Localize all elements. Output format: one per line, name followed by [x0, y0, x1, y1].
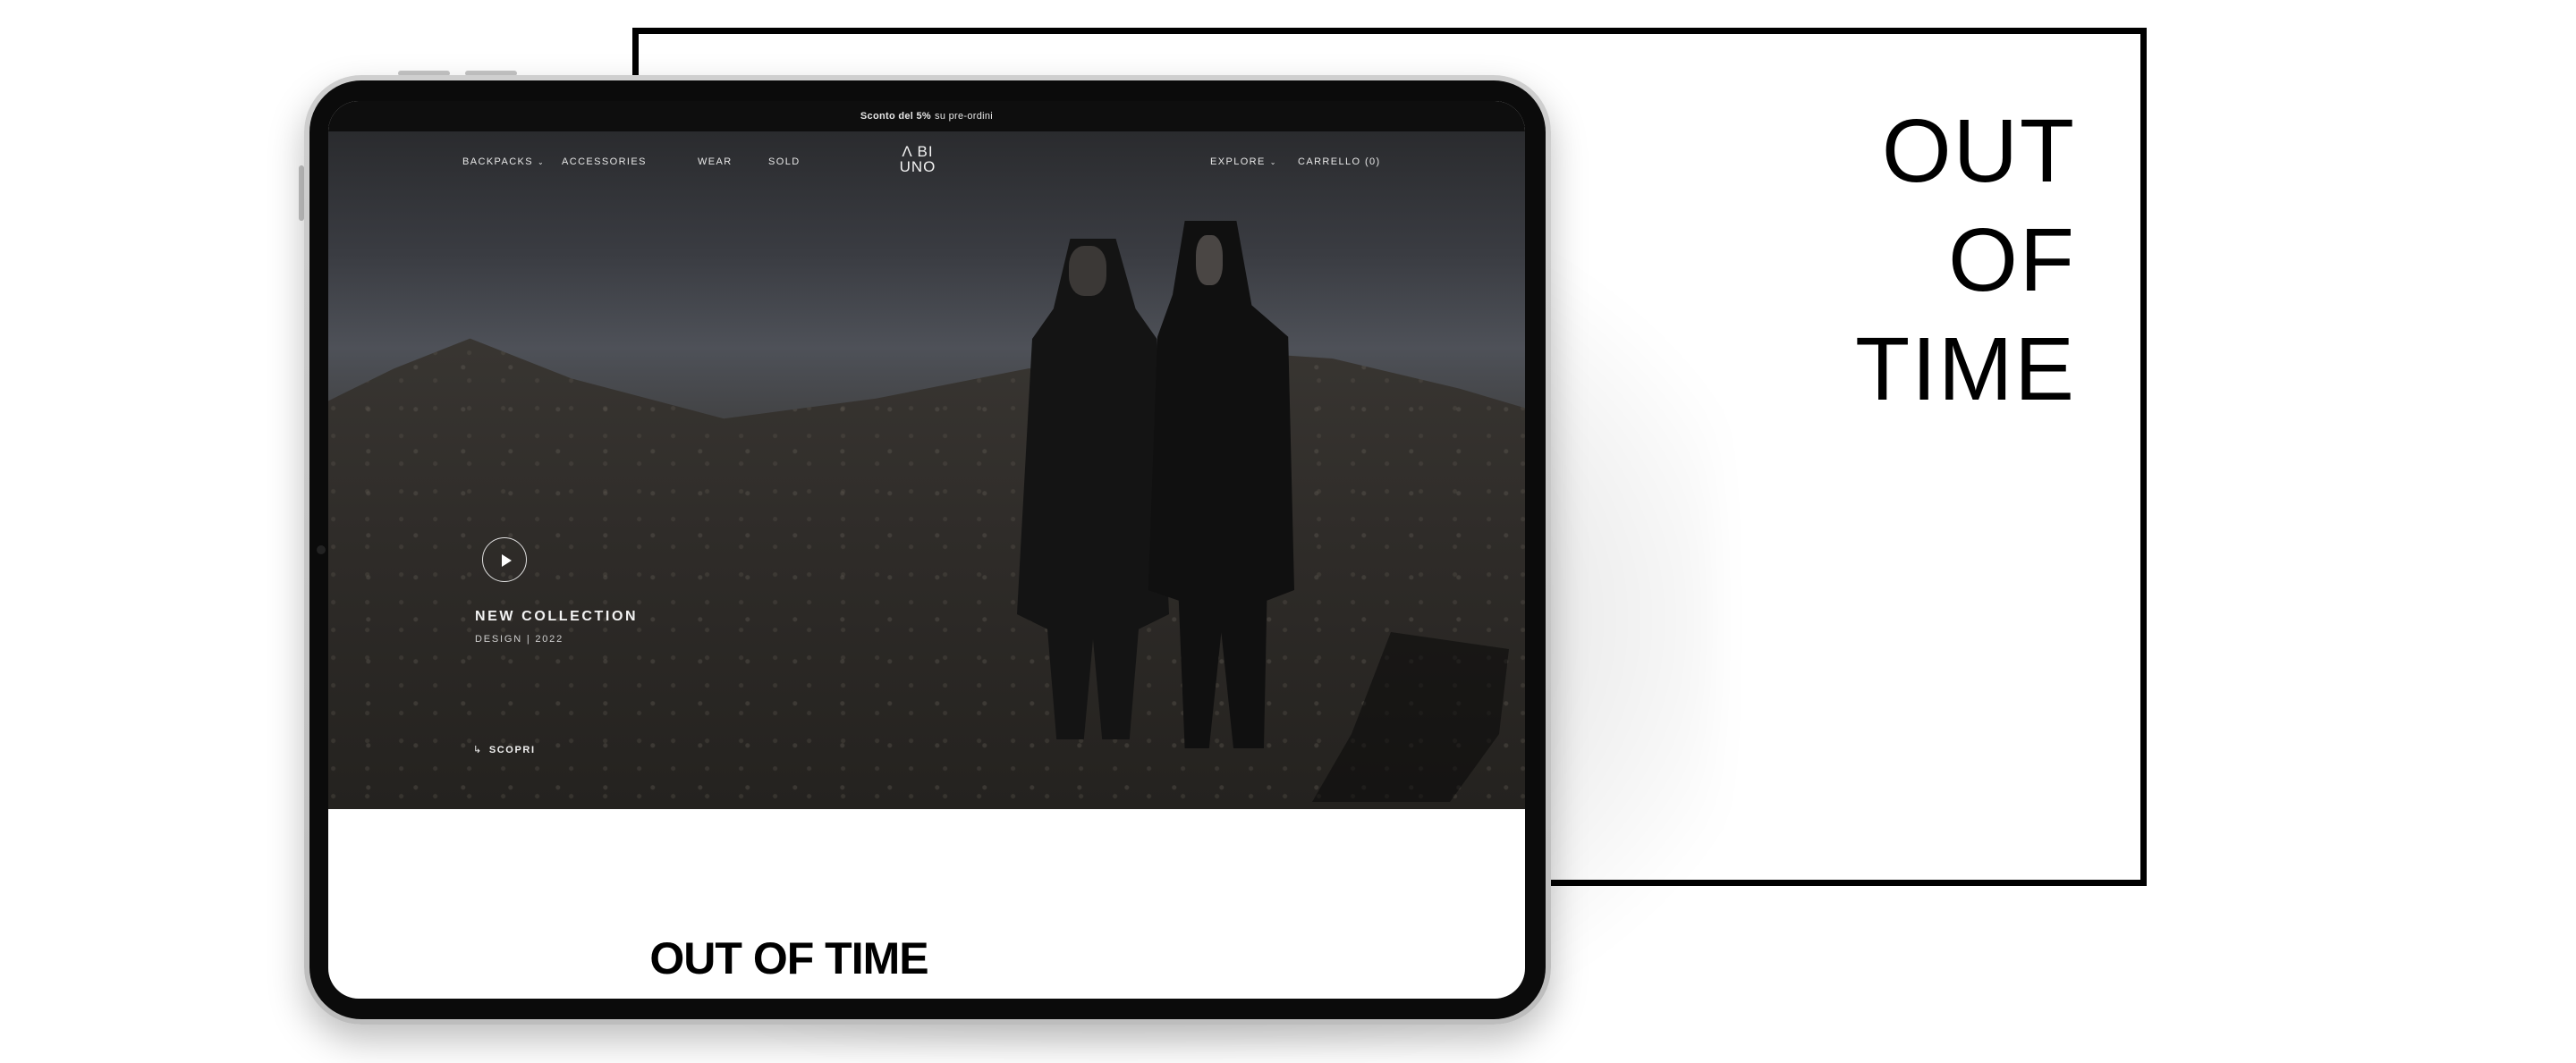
brand-logo[interactable]: Λ BI UNO [898, 144, 937, 174]
discover-link[interactable]: ↳ SCOPRI [473, 744, 536, 755]
nav-item-label: BACKPACKS [462, 156, 534, 167]
nav-item-label: ACCESSORIES [562, 156, 647, 167]
main-nav: BACKPACKS ⌄ ACCESSORIES WEAR SOLD Λ BI UN… [328, 131, 1525, 194]
hero-model-face [1196, 235, 1223, 285]
poster-title-line: OF [1948, 210, 2076, 310]
logo-line: Λ BI [902, 143, 934, 160]
chevron-down-icon: ⌄ [1269, 158, 1277, 166]
nav-item-explore[interactable]: EXPLORE ⌄ [1210, 156, 1277, 167]
hero-banner: BACKPACKS ⌄ ACCESSORIES WEAR SOLD Λ BI UN… [328, 131, 1525, 809]
hero-title: NEW COLLECTION [475, 609, 639, 624]
section-title: OUT OF TIME [649, 933, 928, 983]
logo-line: UNO [899, 158, 936, 175]
hero-model-face [1069, 246, 1106, 296]
hero-subtitle: DESIGN | 2022 [475, 634, 564, 645]
discover-label: SCOPRI [488, 745, 536, 755]
chevron-down-icon: ⌄ [538, 158, 546, 166]
nav-item-accessories[interactable]: ACCESSORIES [562, 156, 647, 167]
nav-item-wear[interactable]: WEAR [698, 156, 733, 167]
poster-title-line: OUT [1881, 101, 2076, 201]
nav-item-label: SOLD [768, 156, 801, 167]
nav-item-sold[interactable]: SOLD [768, 156, 801, 167]
nav-item-label: CARRELLO (0) [1298, 156, 1381, 167]
tablet-screen: Sconto del 5% su pre-ordini BACKPACKS ⌄ A… [328, 101, 1525, 999]
play-icon[interactable] [482, 537, 527, 582]
announcement-text: su pre-ordini [935, 111, 994, 122]
nav-item-label: WEAR [698, 156, 733, 167]
nav-item-cart[interactable]: CARRELLO (0) [1298, 156, 1381, 167]
announcement-bold: Sconto del 5% [860, 111, 932, 122]
announcement-bar: Sconto del 5% su pre-ordini [328, 101, 1525, 131]
poster-title-line: TIME [1855, 319, 2076, 419]
nav-item-backpacks[interactable]: BACKPACKS ⌄ [462, 156, 545, 167]
tablet-camera [317, 545, 326, 554]
nav-item-label: EXPLORE [1210, 156, 1266, 167]
poster-title: OUT OF TIME [1855, 97, 2076, 424]
return-arrow-icon: ↳ [473, 745, 483, 755]
